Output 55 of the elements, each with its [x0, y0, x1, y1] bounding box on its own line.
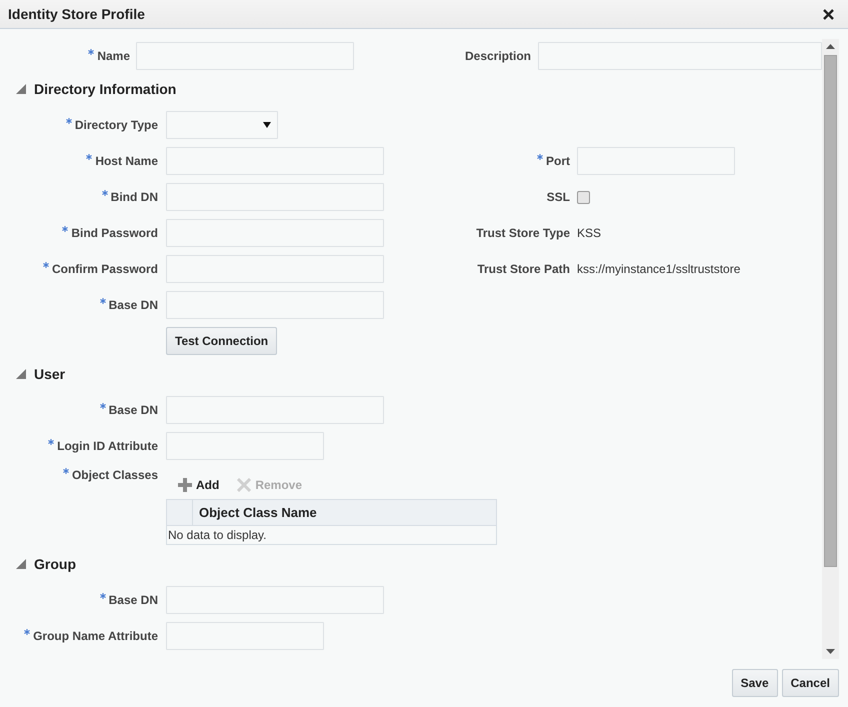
dialog-button[interactable]: Save [732, 669, 778, 697]
add-button[interactable]: Add [178, 473, 220, 497]
section-title: Group [34, 556, 76, 572]
field-label: Directory Type [74, 118, 158, 132]
field-value: kss://myinstance1/ssltruststore [577, 262, 740, 276]
field-label: SSL [546, 190, 570, 204]
test-connection-button[interactable]: Test Connection [166, 327, 278, 355]
field-label: Name [97, 49, 130, 63]
column-header: Object Class Name [198, 504, 318, 522]
dropdown-caret-icon [263, 122, 271, 128]
field-label: Base DN [108, 593, 158, 607]
dropdown-field[interactable] [166, 111, 278, 139]
x-icon [237, 478, 252, 492]
plus-icon [178, 478, 192, 492]
text-field[interactable] [166, 255, 384, 283]
field-label: Port [546, 154, 570, 168]
section-title: User [34, 366, 66, 382]
text-field[interactable] [166, 291, 384, 319]
text-field[interactable] [166, 586, 384, 614]
field-label: Base DN [108, 298, 158, 312]
text-field[interactable] [136, 42, 354, 70]
text-field[interactable] [166, 622, 324, 650]
field-label: Trust Store Path [477, 262, 570, 276]
field-label: Login ID Attribute [57, 439, 158, 453]
collapse-triangle-icon[interactable] [15, 83, 27, 95]
field-value: KSS [577, 226, 602, 240]
vertical-scrollbar[interactable] [822, 39, 839, 659]
collapse-triangle-icon[interactable] [15, 368, 27, 380]
text-field[interactable] [166, 432, 324, 460]
dialog-button[interactable]: Cancel [782, 669, 839, 697]
collapse-triangle-icon[interactable] [15, 558, 27, 570]
ssl-checkbox[interactable] [577, 190, 590, 204]
text-field[interactable] [166, 183, 384, 211]
close-button[interactable] [821, 6, 836, 22]
field-label: Bind DN [110, 190, 158, 204]
field-label: Bind Password [71, 226, 158, 240]
scroll-down-icon [826, 649, 835, 654]
text-field[interactable] [166, 396, 384, 424]
window-title: Identity Store Profile [8, 6, 145, 22]
text-field[interactable] [166, 147, 384, 175]
scrollbar-thumb[interactable] [824, 55, 837, 567]
field-label: Host Name [95, 154, 158, 168]
field-label: Object Classes [72, 468, 158, 482]
text-field[interactable] [577, 147, 735, 175]
text-field[interactable] [166, 219, 384, 247]
section-title: Directory Information [34, 81, 176, 97]
field-label: Description [464, 49, 531, 63]
close-icon [823, 8, 834, 20]
field-label: Group Name Attribute [33, 629, 158, 643]
scroll-up-icon [826, 44, 835, 49]
field-label: Trust Store Type [476, 226, 570, 240]
field-label: Confirm Password [52, 262, 158, 276]
field-label: Base DN [108, 403, 158, 417]
text-field[interactable] [538, 42, 822, 70]
empty-table-message: No data to display. [167, 527, 268, 544]
